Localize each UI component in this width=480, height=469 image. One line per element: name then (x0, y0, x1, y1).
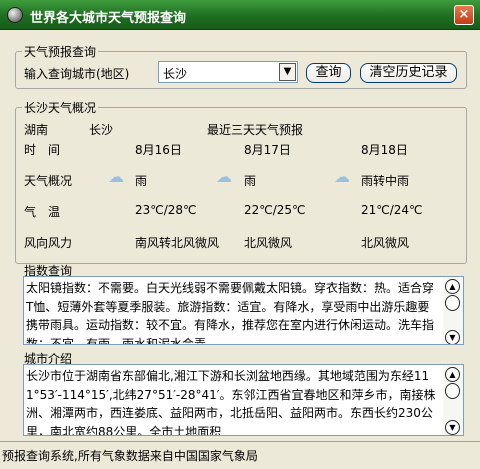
day1-temp: 23℃/28℃ (135, 203, 197, 217)
app-icon (7, 7, 23, 23)
chevron-down-icon[interactable]: ▼ (279, 63, 296, 81)
day1-date: 8月16日 (135, 143, 182, 157)
day2-date: 8月17日 (244, 143, 291, 157)
city-input[interactable]: 长沙 (163, 65, 187, 82)
scroll-down-icon[interactable]: ▼ (445, 420, 460, 435)
city-input-label: 输入查询城市(地区) (24, 67, 130, 81)
cloud-icon: ☁ (216, 167, 232, 186)
time-row-label: 时 间 (24, 143, 61, 157)
index-text: 太阳镜指数：不需要。白天光线弱不需要佩戴太阳镜。穿衣指数：热。适合穿T恤、短薄外… (26, 281, 435, 345)
temp-row-label: 气 温 (24, 205, 61, 219)
cloud-icon: ☁ (108, 167, 124, 186)
scroll-up-icon[interactable]: ▲ (445, 367, 460, 382)
status-text: 预报查询系统,所有气象数据来自中国国家气象局 (2, 449, 258, 463)
day3-temp: 21℃/24℃ (361, 203, 423, 217)
city-combobox[interactable]: 长沙 ▼ (158, 61, 298, 83)
query-group-label: 天气预报查询 (22, 43, 99, 60)
scroll-thumb[interactable] (445, 383, 460, 399)
day2-temp: 22℃/25℃ (244, 203, 306, 217)
index-scrollbar[interactable]: ▲ ▼ (443, 277, 463, 344)
city-name-label: 长沙 (89, 123, 114, 137)
day3-wind: 北风微风 (361, 236, 410, 250)
weather-row-label: 天气概况 (24, 174, 73, 188)
window-title: 世界各大城市天气预报查询 (30, 11, 187, 26)
status-bar: 预报查询系统,所有气象数据来自中国国家气象局 (0, 441, 480, 469)
query-button[interactable]: 查询 (306, 63, 351, 83)
close-button[interactable]: × (454, 5, 474, 25)
day3-weather: 雨转中雨 (361, 174, 410, 188)
forecast-heading: 最近三天天气预报 (207, 123, 304, 137)
day3-date: 8月18日 (361, 143, 408, 157)
overview-group-label: 长沙天气概况 (22, 99, 99, 116)
province-label: 湖南 (24, 123, 49, 137)
scroll-up-icon[interactable]: ▲ (445, 279, 460, 294)
scroll-thumb[interactable] (445, 295, 460, 311)
intro-scrollbar[interactable]: ▲ ▼ (443, 365, 463, 435)
intro-text: 长沙市位于湖南省东部偏北,湘江下游和长浏盆地西缘。其地域范围为东经111°53′… (26, 369, 436, 436)
wind-row-label: 风向风力 (24, 236, 73, 250)
intro-textbox[interactable]: 长沙市位于湖南省东部偏北,湘江下游和长浏盆地西缘。其地域范围为东经111°53′… (23, 364, 464, 436)
scroll-down-icon[interactable]: ▼ (445, 330, 460, 344)
cloud-icon: ☁ (334, 167, 350, 186)
day2-weather: 雨 (244, 174, 257, 188)
index-textbox[interactable]: 太阳镜指数：不需要。白天光线弱不需要佩戴太阳镜。穿衣指数：热。适合穿T恤、短薄外… (23, 276, 464, 345)
title-bar[interactable]: 世界各大城市天气预报查询 × (0, 0, 480, 30)
day1-wind: 南风转北风微风 (135, 236, 220, 250)
day1-weather: 雨 (135, 174, 148, 188)
day2-wind: 北风微风 (244, 236, 293, 250)
clear-history-button[interactable]: 清空历史记录 (360, 63, 457, 83)
